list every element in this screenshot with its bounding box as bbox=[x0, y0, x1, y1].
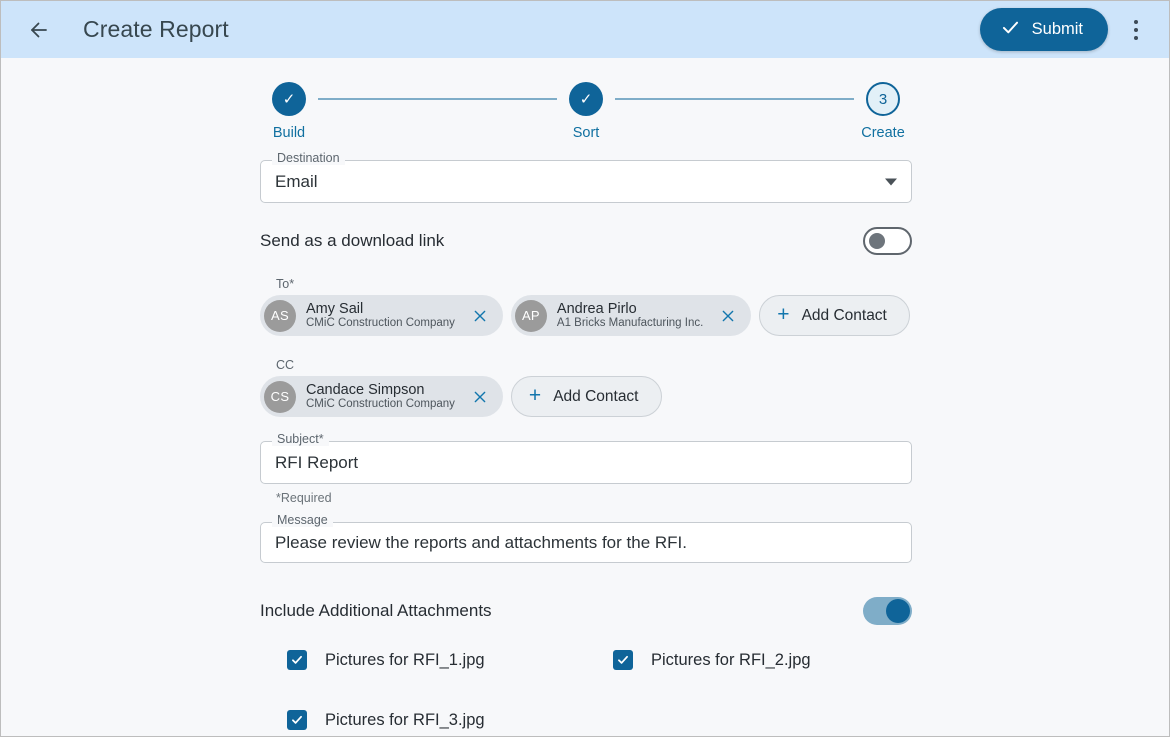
submit-button[interactable]: Submit bbox=[979, 8, 1108, 51]
download-link-row: Send as a download link bbox=[260, 227, 912, 255]
contact-chip[interactable]: CS Candace Simpson CMiC Construction Com… bbox=[260, 376, 503, 417]
attachments-label: Include Additional Attachments bbox=[260, 601, 492, 620]
more-vertical-icon[interactable] bbox=[1117, 9, 1155, 51]
step-build[interactable]: ✓ Build bbox=[260, 82, 318, 141]
checkbox-checked-icon[interactable] bbox=[287, 650, 307, 670]
plus-icon: + bbox=[528, 384, 542, 407]
message-field[interactable]: Message Please review the reports and at… bbox=[260, 514, 912, 563]
contact-text: Amy Sail CMiC Construction Company bbox=[306, 301, 455, 330]
app-header: Create Report Submit bbox=[1, 1, 1169, 58]
step-sort-marker: ✓ bbox=[569, 82, 603, 116]
check-icon bbox=[1000, 17, 1021, 43]
create-report-page: Create Report Submit ✓ Build ✓ Sort 3 Cr… bbox=[0, 0, 1170, 737]
contact-text: Andrea Pirlo A1 Bricks Manufacturing Inc… bbox=[557, 301, 703, 330]
kebab-dot bbox=[1134, 35, 1138, 40]
arrow-left-icon bbox=[27, 18, 51, 42]
attachment-name: Pictures for RFI_3.jpg bbox=[325, 710, 485, 729]
attachments-toggle[interactable] bbox=[863, 597, 912, 625]
step-build-label: Build bbox=[272, 125, 306, 141]
step-connector-1 bbox=[318, 98, 557, 100]
chevron-down-icon[interactable] bbox=[885, 178, 897, 185]
step-create-marker: 3 bbox=[866, 82, 900, 116]
back-button[interactable] bbox=[19, 10, 59, 50]
kebab-dot bbox=[1134, 27, 1138, 32]
destination-label: Destination bbox=[272, 152, 345, 165]
cc-group: CC CS Candace Simpson CMiC Construction … bbox=[260, 358, 912, 417]
progress-stepper: ✓ Build ✓ Sort 3 Create bbox=[260, 82, 912, 141]
page-title: Create Report bbox=[83, 16, 229, 42]
step-sort-label: Sort bbox=[572, 125, 600, 141]
close-icon[interactable] bbox=[717, 305, 739, 327]
download-link-toggle[interactable] bbox=[863, 227, 912, 255]
to-group: To* AS Amy Sail CMiC Construction Compan… bbox=[260, 277, 912, 336]
to-label: To* bbox=[276, 277, 295, 291]
toggle-knob bbox=[886, 599, 910, 623]
attachment-name: Pictures for RFI_2.jpg bbox=[651, 650, 811, 669]
destination-value: Email bbox=[275, 171, 318, 191]
form-wrapper: ✓ Build ✓ Sort 3 Create Destination Emai… bbox=[260, 82, 912, 730]
kebab-dot bbox=[1134, 19, 1138, 24]
attachment-item[interactable]: Pictures for RFI_1.jpg bbox=[260, 650, 586, 670]
close-icon[interactable] bbox=[469, 305, 491, 327]
contact-org: A1 Bricks Manufacturing Inc. bbox=[556, 317, 704, 330]
to-chips: AS Amy Sail CMiC Construction Company AP… bbox=[260, 295, 912, 336]
step-sort[interactable]: ✓ Sort bbox=[557, 82, 615, 141]
destination-field[interactable]: Destination Email bbox=[260, 152, 912, 203]
attachment-item[interactable]: Pictures for RFI_2.jpg bbox=[586, 650, 912, 670]
attachments-list: Pictures for RFI_1.jpg Pictures for RFI_… bbox=[260, 650, 912, 730]
avatar: CS bbox=[264, 380, 296, 413]
step-connector-2 bbox=[615, 98, 854, 100]
cc-label: CC bbox=[276, 358, 295, 372]
subject-field[interactable]: Subject* RFI Report bbox=[260, 433, 912, 484]
contact-name: Amy Sail bbox=[306, 300, 364, 317]
contact-chip[interactable]: AS Amy Sail CMiC Construction Company bbox=[260, 295, 503, 336]
subject-input[interactable]: RFI Report bbox=[260, 441, 912, 484]
contact-chip[interactable]: AP Andrea Pirlo A1 Bricks Manufacturing … bbox=[510, 295, 752, 336]
to-add-contact-label: Add Contact bbox=[801, 306, 887, 324]
subject-value: RFI Report bbox=[275, 452, 359, 472]
avatar: AS bbox=[264, 299, 296, 332]
step-build-marker: ✓ bbox=[272, 82, 306, 116]
message-label: Message bbox=[272, 514, 333, 527]
attachments-toggle-row: Include Additional Attachments bbox=[260, 597, 912, 625]
subject-label: Subject* bbox=[272, 433, 329, 446]
message-input[interactable]: Please review the reports and attachment… bbox=[260, 522, 912, 563]
contact-org: CMiC Construction Company bbox=[306, 317, 455, 330]
close-icon[interactable] bbox=[469, 386, 491, 408]
cc-add-contact-button[interactable]: + Add Contact bbox=[510, 376, 662, 417]
contact-name: Andrea Pirlo bbox=[556, 300, 637, 317]
cc-add-contact-label: Add Contact bbox=[553, 387, 639, 405]
cc-chips: CS Candace Simpson CMiC Construction Com… bbox=[260, 376, 912, 417]
form-content: ✓ Build ✓ Sort 3 Create Destination Emai… bbox=[1, 58, 1169, 736]
step-create[interactable]: 3 Create bbox=[854, 82, 912, 141]
submit-button-label: Submit bbox=[1031, 20, 1083, 39]
avatar: AP bbox=[514, 299, 547, 332]
attachment-item[interactable]: Pictures for RFI_3.jpg bbox=[260, 710, 586, 730]
step-create-label: Create bbox=[861, 125, 905, 141]
plus-icon: + bbox=[777, 303, 790, 326]
contact-org: CMiC Construction Company bbox=[306, 398, 455, 411]
checkbox-checked-icon[interactable] bbox=[287, 710, 307, 730]
attachment-name: Pictures for RFI_1.jpg bbox=[325, 650, 485, 669]
subject-helper-text: *Required bbox=[276, 491, 332, 505]
toggle-knob bbox=[869, 233, 885, 249]
message-value: Please review the reports and attachment… bbox=[275, 532, 687, 552]
download-link-label: Send as a download link bbox=[260, 231, 445, 250]
contact-text: Candace Simpson CMiC Construction Compan… bbox=[306, 382, 455, 411]
to-add-contact-button[interactable]: + Add Contact bbox=[759, 295, 910, 336]
destination-select[interactable]: Email bbox=[260, 160, 912, 203]
contact-name: Candace Simpson bbox=[306, 381, 425, 398]
checkbox-checked-icon[interactable] bbox=[613, 650, 633, 670]
